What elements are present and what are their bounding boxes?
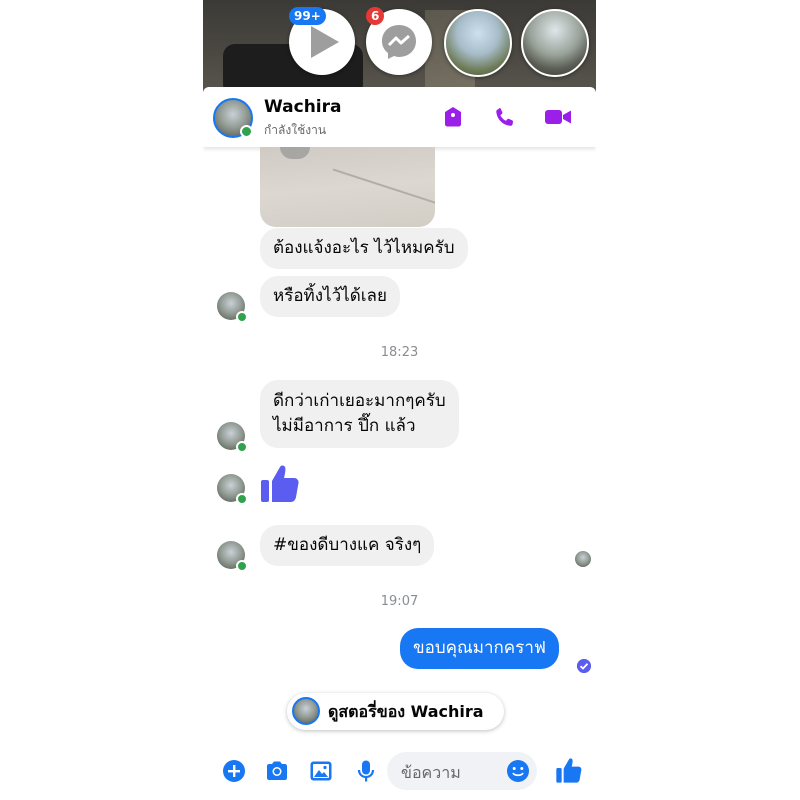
shield-icon[interactable] (441, 105, 465, 129)
sender-avatar[interactable] (217, 474, 248, 505)
gallery-icon[interactable] (308, 758, 334, 784)
timestamp: 19:07 (380, 594, 419, 609)
message-line: ไม่มีอาการ ปึ๊ก แล้ว (273, 416, 416, 436)
like-icon[interactable] (260, 462, 300, 504)
message-input[interactable]: ข้อความ (387, 752, 537, 790)
contact-status: กำลังใช้งาน (264, 123, 327, 137)
view-story-button[interactable]: ดูสตอรี่ของ Wachira (287, 693, 504, 730)
seen-avatar (575, 551, 591, 567)
sender-avatar[interactable] (217, 292, 248, 323)
online-indicator (240, 125, 253, 138)
video-icon[interactable] (544, 105, 572, 129)
messenger-screen: 99+ 6 Wachira กำลังใช้งาน ต้องแจ้งอะไร ไ… (203, 0, 596, 800)
message-line: ดีกว่าเก่าเยอะมากๆครับ (273, 391, 446, 411)
sender-avatar[interactable] (217, 422, 248, 453)
story-avatar (292, 697, 320, 725)
chat-head-contact-2[interactable] (521, 9, 589, 77)
message-bubble-incoming[interactable]: #ของดีบางแค จริงๆ (260, 525, 435, 566)
message-bubble-incoming[interactable]: หรือทิ้งไว้ได้เลย (260, 276, 400, 317)
message-bubble-outgoing[interactable]: ขอบคุณมากคราฟ (400, 628, 559, 669)
message-input-placeholder: ข้อความ (401, 763, 461, 782)
message-bubble-incoming[interactable]: ต้องแจ้งอะไร ไว้ไหมครับ (260, 228, 468, 269)
chat-head-contact-1[interactable] (444, 9, 512, 77)
delivered-check-icon (577, 659, 591, 673)
timestamp: 18:23 (380, 345, 419, 360)
emoji-icon[interactable] (506, 759, 530, 783)
phone-icon[interactable] (493, 105, 517, 129)
conversation-header: Wachira กำลังใช้งาน (203, 87, 596, 147)
camera-icon[interactable] (264, 758, 290, 784)
shared-photo[interactable] (260, 147, 435, 227)
sender-avatar[interactable] (217, 541, 248, 572)
contact-name[interactable]: Wachira (264, 97, 341, 117)
like-send-icon[interactable] (555, 756, 583, 784)
message-bubble-incoming[interactable]: ดีกว่าเก่าเยอะมากๆครับ ไม่มีอาการ ปึ๊ก แ… (260, 380, 459, 448)
unread-badge: 99+ (289, 7, 326, 25)
mic-icon[interactable] (353, 758, 379, 784)
plus-icon[interactable] (221, 758, 247, 784)
view-story-label: ดูสตอรี่ของ Wachira (328, 702, 484, 721)
